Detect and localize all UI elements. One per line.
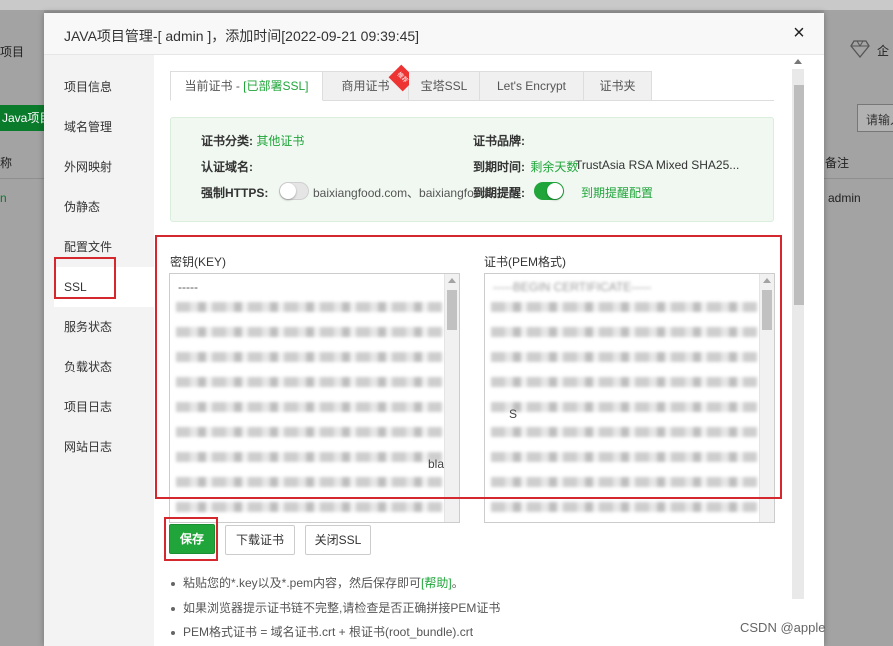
cert-remaining-days: 剩余天数 [530,160,579,174]
background-java-project-button: Java项目 [0,105,44,131]
deployed-status: [已部署SSL] [243,79,309,93]
gem-icon [850,40,870,58]
tip-text: PEM格式证书 = 域名证书.crt + 根证书(root_bundle).cr… [183,625,474,639]
close-icon[interactable]: × [790,23,808,43]
download-certificate-button[interactable]: 下载证书 [225,525,295,555]
bullet-icon [171,606,175,611]
background-top-right-text: 企 [877,44,890,58]
tab-current-label: 当前证书 - [184,79,244,93]
sidebar-item-service-status[interactable]: 服务状态 [54,307,154,347]
background-divider [0,178,44,179]
tip-item: PEM格式证书 = 域名证书.crt + 根证书(root_bundle).cr… [171,623,473,640]
background-row-value: n [0,191,7,205]
toggle-knob [547,183,563,199]
tip-item: 粘贴您的*.key以及*.pem内容，然后保存即可[帮助]。 [171,574,464,591]
cert-category-value: 其他证书 [256,134,305,148]
tip-suffix: 。 [451,576,464,590]
sidebar-item-load-status[interactable]: 负载状态 [54,347,154,387]
tip-text: 如果浏览器提示证书链不完整,请检查是否正确拼接PEM证书 [183,601,501,615]
save-button[interactable]: 保存 [169,524,215,554]
force-https-toggle[interactable] [279,182,309,200]
dialog-header: JAVA项目管理-[ admin ]，添加时间[2022-09-21 09:39… [44,13,824,55]
tab-commercial-label: 商用证书 [341,79,390,93]
cert-brand: 证书品牌: [473,132,525,149]
expiry-reminder: 到期提醒: [473,184,525,201]
background-column-header: 称 [0,156,13,170]
dialog-sidebar: 项目信息 域名管理 外网映射 伪静态 配置文件 SSL 服务状态 负载状态 项目… [44,55,154,646]
help-link[interactable]: [帮助] [421,576,452,590]
ssl-highlight-frame [54,257,116,299]
ssl-tabs: 当前证书 - [已部署SSL] 商用证书 推荐 宝塔SSL Let's Encr… [170,64,652,101]
background-tab-label: 项目 [0,45,25,59]
cert-category: 证书分类: 其他证书 [201,132,304,149]
force-https-label: 强制HTTPS: [201,186,269,200]
cert-brand-label: 证书品牌: [473,134,525,148]
toggle-knob [280,183,296,199]
background-divider [824,178,893,179]
sidebar-item-site-log[interactable]: 网站日志 [54,427,154,467]
bullet-icon [171,581,175,586]
tip-text: 粘贴您的*.key以及*.pem内容，然后保存即可 [183,576,422,590]
background-remark-header: 备注 [825,156,850,170]
expiry-reminder-label: 到期提醒: [473,186,525,200]
cert-category-label: 证书分类: [201,134,253,148]
background-search-input: 请输入 [857,104,893,132]
sidebar-item-rewrite[interactable]: 伪静态 [54,187,154,227]
cert-domain: 认证域名: [201,158,253,175]
tab-current-certificate[interactable]: 当前证书 - [已部署SSL] [170,71,323,101]
tab-commercial-certificate[interactable]: 商用证书 推荐 [323,64,416,101]
background-remark-value: admin [828,191,861,205]
background-topbar [0,0,893,10]
dialog-title: JAVA项目管理-[ admin ]，添加时间[2022-09-21 09:39… [64,28,420,44]
csdn-watermark: CSDN @apple [740,620,826,635]
sidebar-item-project-log[interactable]: 项目日志 [54,387,154,427]
expiry-reminder-toggle[interactable] [534,182,564,200]
tab-lets-encrypt[interactable]: Let's Encrypt [480,71,584,101]
force-https: 强制HTTPS: [201,184,268,201]
close-ssl-button[interactable]: 关闭SSL [305,525,371,555]
dialog-scroll-thumb[interactable] [794,85,804,305]
cert-domain-label: 认证域名: [201,160,253,174]
dialog-scrollbar[interactable] [790,55,824,646]
tip-item: 如果浏览器提示证书链不完整,请检查是否正确拼接PEM证书 [171,599,500,616]
certificate-info-panel: 证书分类: 其他证书 证书品牌: 认证域名: 到期时间: 剩余天数 TrustA… [170,117,774,222]
reminder-config-link[interactable]: 到期提醒配置 [581,184,653,201]
dialog-scroll-track[interactable] [792,69,804,599]
key-cert-highlight-frame [155,235,782,499]
sidebar-item-domain-management[interactable]: 域名管理 [54,107,154,147]
cert-expiry: 到期时间: 剩余天数 [473,158,578,175]
sidebar-item-external-mapping[interactable]: 外网映射 [54,147,154,187]
tab-certificate-folder[interactable]: 证书夹 [584,71,652,101]
cert-expiry-label: 到期时间: [473,160,525,174]
tab-baota-ssl[interactable]: 宝塔SSL [409,71,480,101]
bullet-icon [171,630,175,635]
sidebar-item-project-info[interactable]: 项目信息 [54,67,154,107]
cert-brand-value: TrustAsia RSA Mixed SHA25... [575,158,740,172]
scroll-up-icon[interactable] [794,59,802,64]
